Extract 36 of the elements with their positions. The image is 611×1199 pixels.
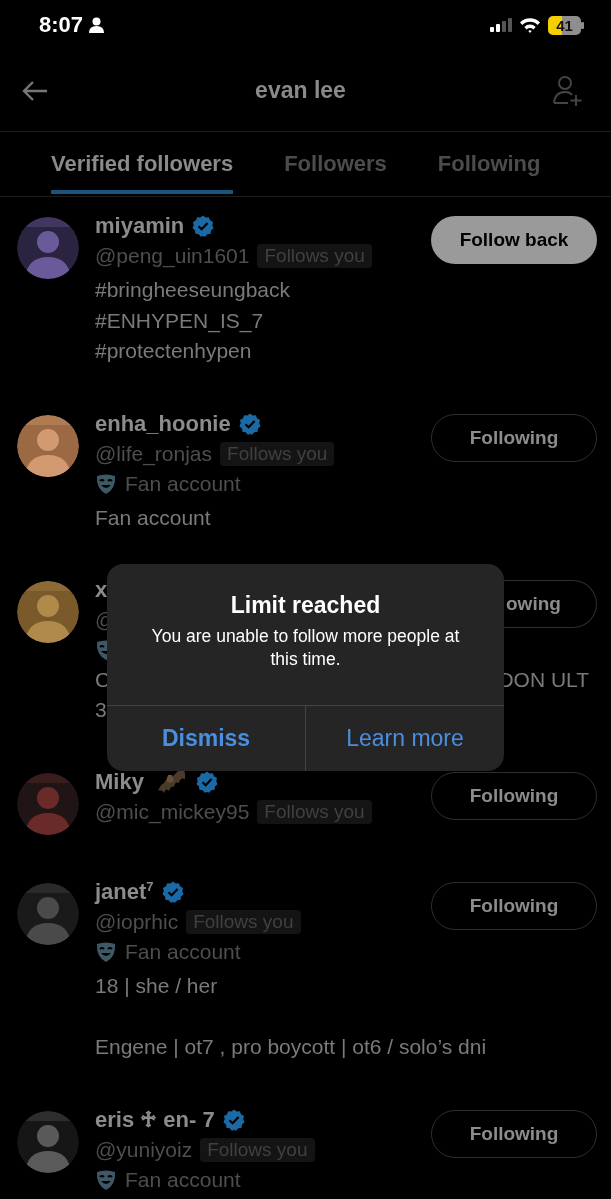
user-name[interactable]: x <box>95 577 108 603</box>
clock-time: 8:07 <box>39 12 84 38</box>
user-bio: 18 | she / her Engene | ot7 , pro boycott | ot6 / solo’s dni <box>95 973 488 1060</box>
user-bio: 3 <box>95 697 107 723</box>
learn-more-button[interactable]: Learn more <box>305 706 504 771</box>
following-button[interactable]: owing <box>504 580 597 628</box>
following-button[interactable]: Following <box>431 772 597 820</box>
user-name[interactable]: eris ♱ en- 7 <box>95 1106 215 1133</box>
signal-icon <box>490 18 512 32</box>
profile-name-title: evan lee <box>255 77 346 104</box>
user-bio: Fan account <box>95 504 212 531</box>
user-name[interactable]: janet$^{7}$ <box>95 878 154 906</box>
back-button[interactable] <box>22 79 48 102</box>
user-handle: @ioprhic <box>95 910 179 934</box>
user-handle: @yuniyoiz <box>95 1137 193 1162</box>
add-person-icon <box>553 74 583 107</box>
follow-back-button[interactable]: Follow back <box>431 216 597 264</box>
account-category: Fan account <box>125 471 241 496</box>
account-category: Fan account <box>125 940 241 964</box>
following-button[interactable]: Following <box>431 413 597 462</box>
user-name[interactable]: Miky <box>95 769 144 795</box>
back-arrow-icon <box>22 79 48 102</box>
dialog-title: Limit reached <box>230 592 381 619</box>
user-bio: #bringheeseungback #ENHYPEN_IS_7 #protectenhypen <box>95 277 291 364</box>
user-name[interactable]: miyamin <box>95 213 185 239</box>
following-button[interactable]: Following <box>431 1109 597 1158</box>
account-category: Fan account <box>125 1167 241 1192</box>
person-icon <box>89 17 105 33</box>
user-handle: @life_ronjas <box>95 441 213 466</box>
dismiss-button[interactable]: Dismiss <box>107 706 305 771</box>
following-button[interactable]: Following <box>431 882 597 930</box>
user-handle: @peng_uin1601 <box>95 244 250 268</box>
dialog-message: You are unable to follow more people at this time. <box>150 625 461 671</box>
user-handle: @mic_mickey95 <box>95 800 250 824</box>
user-name[interactable]: enha_hoonie <box>95 410 231 437</box>
wifi-icon <box>519 17 541 33</box>
